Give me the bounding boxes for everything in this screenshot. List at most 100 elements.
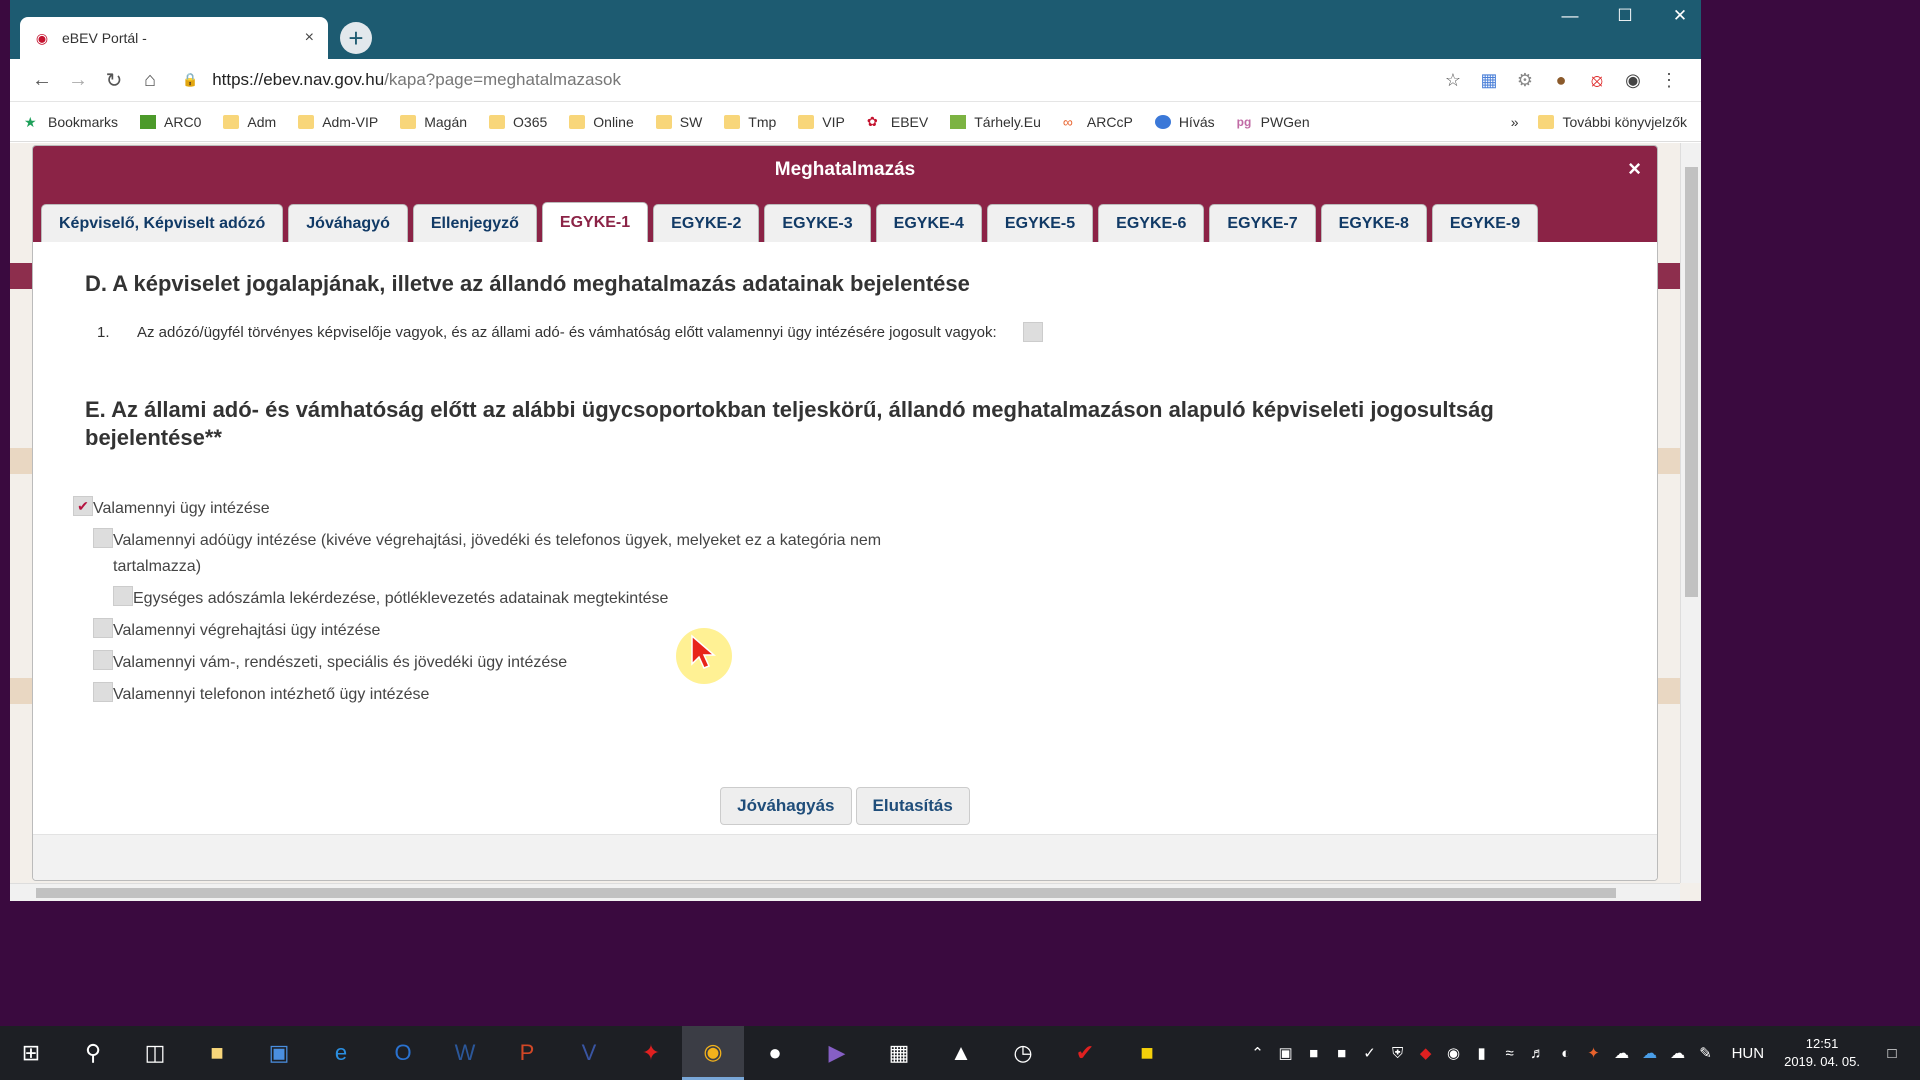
powerpoint-icon[interactable]: P	[496, 1026, 558, 1080]
translate-icon[interactable]: ▦	[1471, 62, 1507, 98]
volume-icon[interactable]: ♬	[1524, 1045, 1552, 1062]
browser-tab[interactable]: ◉ eBEV Portál - ×	[20, 17, 328, 59]
tray-app-icon[interactable]: ✦	[1580, 1044, 1608, 1062]
red-app-icon[interactable]: ✦	[620, 1026, 682, 1080]
customs-checkbox[interactable]	[93, 650, 113, 670]
clock[interactable]: 12:51 2019. 04. 05.	[1784, 1035, 1860, 1071]
notifications-icon[interactable]: □	[1878, 1045, 1906, 1062]
scroll-thumb[interactable]	[36, 888, 1616, 898]
tab-egyke-4[interactable]: EGYKE-4	[875, 204, 982, 242]
scroll-thumb[interactable]	[1685, 167, 1698, 597]
extension-js-icon[interactable]: ⚙	[1507, 62, 1543, 98]
tab-countersigner[interactable]: Ellenjegyző	[412, 204, 537, 242]
horizontal-scrollbar[interactable]	[10, 883, 1680, 901]
outlook-icon[interactable]: O	[372, 1026, 434, 1080]
bookmark-item[interactable]: Adm	[223, 114, 276, 130]
maximize-button[interactable]: ☐	[1605, 6, 1645, 26]
bookmark-item[interactable]: ARC0	[140, 114, 201, 130]
tab-egyke-5[interactable]: EGYKE-5	[986, 204, 1094, 242]
bookmark-item[interactable]: Magán	[400, 114, 467, 130]
tab-egyke-2[interactable]: EGYKE-2	[653, 204, 760, 242]
show-hidden-icons-icon[interactable]: ⌃	[1244, 1044, 1272, 1062]
calculator-icon[interactable]: ▦	[868, 1026, 930, 1080]
bookmark-item[interactable]: Tárhely.Eu	[950, 114, 1041, 130]
defender-shield-icon[interactable]: ⛨	[1384, 1045, 1412, 1062]
bookmark-item[interactable]: ✿ EBEV	[867, 114, 928, 130]
all-matters-checkbox[interactable]	[73, 496, 93, 516]
bookmark-item[interactable]: Tmp	[724, 114, 776, 130]
close-window-button[interactable]: ✕	[1660, 6, 1700, 26]
bookmark-item[interactable]: ★ Bookmarks	[24, 114, 118, 130]
bookmark-item[interactable]: pg PWGen	[1237, 114, 1310, 130]
word-icon[interactable]: W	[434, 1026, 496, 1080]
tax-matters-checkbox[interactable]	[93, 528, 113, 548]
extension-cookie-icon[interactable]: ●	[1543, 62, 1579, 98]
battery-icon[interactable]: ▮	[1468, 1044, 1496, 1062]
visio-icon[interactable]: V	[558, 1026, 620, 1080]
profile-avatar[interactable]: ◉	[1615, 62, 1651, 98]
onedrive-icon[interactable]: ☁	[1636, 1044, 1664, 1062]
bookmark-item[interactable]: VIP	[798, 114, 845, 130]
tray-check-icon[interactable]: ✓	[1356, 1044, 1384, 1062]
bookmark-item[interactable]: Adm-VIP	[298, 114, 378, 130]
bookmark-star-icon[interactable]: ☆	[1435, 62, 1471, 98]
bookmark-item[interactable]: Online	[569, 114, 634, 130]
tab-egyke-7[interactable]: EGYKE-7	[1209, 204, 1316, 242]
sticky-notes-icon[interactable]: ■	[1116, 1026, 1178, 1080]
home-icon[interactable]: ⌂	[132, 62, 168, 98]
tab-close-icon[interactable]: ×	[305, 29, 314, 47]
photos-icon[interactable]: ▲	[930, 1026, 992, 1080]
tab-egyke-1[interactable]: EGYKE-1	[541, 202, 649, 242]
telephone-checkbox[interactable]	[93, 682, 113, 702]
more-bookmarks-chevron-icon[interactable]: »	[1511, 114, 1519, 130]
enforcement-checkbox[interactable]	[93, 618, 113, 638]
chrome-icon[interactable]: ◉	[682, 1026, 744, 1080]
save-disk-icon[interactable]: ▣	[248, 1026, 310, 1080]
wifi-icon[interactable]: ≈	[1496, 1045, 1524, 1062]
extension-block-icon[interactable]: ⦻	[1579, 62, 1615, 98]
vpn-lock-icon[interactable]: ●	[744, 1026, 806, 1080]
tab-egyke-6[interactable]: EGYKE-6	[1098, 204, 1205, 242]
tab-egyke-3[interactable]: EGYKE-3	[764, 204, 871, 242]
search-icon[interactable]: ⚲	[62, 1026, 124, 1080]
visual-studio-icon[interactable]: ▶	[806, 1026, 868, 1080]
tab-approver[interactable]: Jóváhagyó	[288, 204, 408, 242]
tray-app-icon[interactable]: ◐	[1552, 1045, 1580, 1062]
file-explorer-icon[interactable]: ■	[186, 1026, 248, 1080]
task-view-icon[interactable]: ◫	[124, 1026, 186, 1080]
vertical-scrollbar[interactable]	[1680, 143, 1701, 883]
approve-button[interactable]: Jóváhagyás	[720, 787, 852, 825]
tab-representative[interactable]: Képviselő, Képviselt adózó	[41, 204, 284, 242]
menu-icon[interactable]: ⋮	[1651, 62, 1687, 98]
cloud-icon[interactable]: ☁	[1608, 1044, 1636, 1062]
pen-icon[interactable]: ✎	[1692, 1044, 1720, 1062]
tray-app-icon[interactable]: ■	[1300, 1045, 1328, 1062]
tray-red-icon[interactable]: ◆	[1412, 1044, 1440, 1062]
alarm-clock-icon[interactable]: ◷	[992, 1026, 1054, 1080]
onedrive-icon[interactable]: ☁	[1664, 1044, 1692, 1062]
other-bookmarks[interactable]: További könyvjelzők	[1538, 114, 1687, 130]
reload-icon[interactable]: ↻	[96, 62, 132, 98]
todo-check-icon[interactable]: ✔	[1054, 1026, 1116, 1080]
forward-icon[interactable]: →	[60, 62, 96, 98]
tab-egyke-8[interactable]: EGYKE-8	[1320, 204, 1427, 242]
network-device-icon[interactable]: ▣	[1272, 1044, 1300, 1062]
tray-app-icon[interactable]: ◉	[1440, 1044, 1468, 1062]
bookmark-item[interactable]: O365	[489, 114, 547, 130]
reject-button[interactable]: Elutasítás	[855, 787, 970, 825]
new-tab-button[interactable]: +	[340, 22, 372, 54]
bookmark-item[interactable]: Hívás	[1154, 114, 1215, 130]
close-icon[interactable]: ×	[1628, 156, 1641, 182]
tray-app-icon[interactable]: ■	[1328, 1045, 1356, 1062]
minimize-button[interactable]: —	[1550, 6, 1590, 26]
tax-account-checkbox[interactable]	[113, 586, 133, 606]
internet-explorer-icon[interactable]: e	[310, 1026, 372, 1080]
back-icon[interactable]: ←	[24, 62, 60, 98]
input-language[interactable]: HUN	[1732, 1045, 1765, 1062]
bookmark-item[interactable]: ∞ ARCcP	[1063, 114, 1133, 130]
legal-representative-checkbox[interactable]	[1022, 322, 1043, 342]
url-field[interactable]: 🔒 https://ebev.nav.gov.hu/kapa?page=megh…	[182, 63, 1435, 97]
windows-start-icon[interactable]: ⊞	[0, 1026, 62, 1080]
tab-egyke-9[interactable]: EGYKE-9	[1431, 204, 1539, 242]
bookmark-item[interactable]: SW	[655, 114, 702, 130]
